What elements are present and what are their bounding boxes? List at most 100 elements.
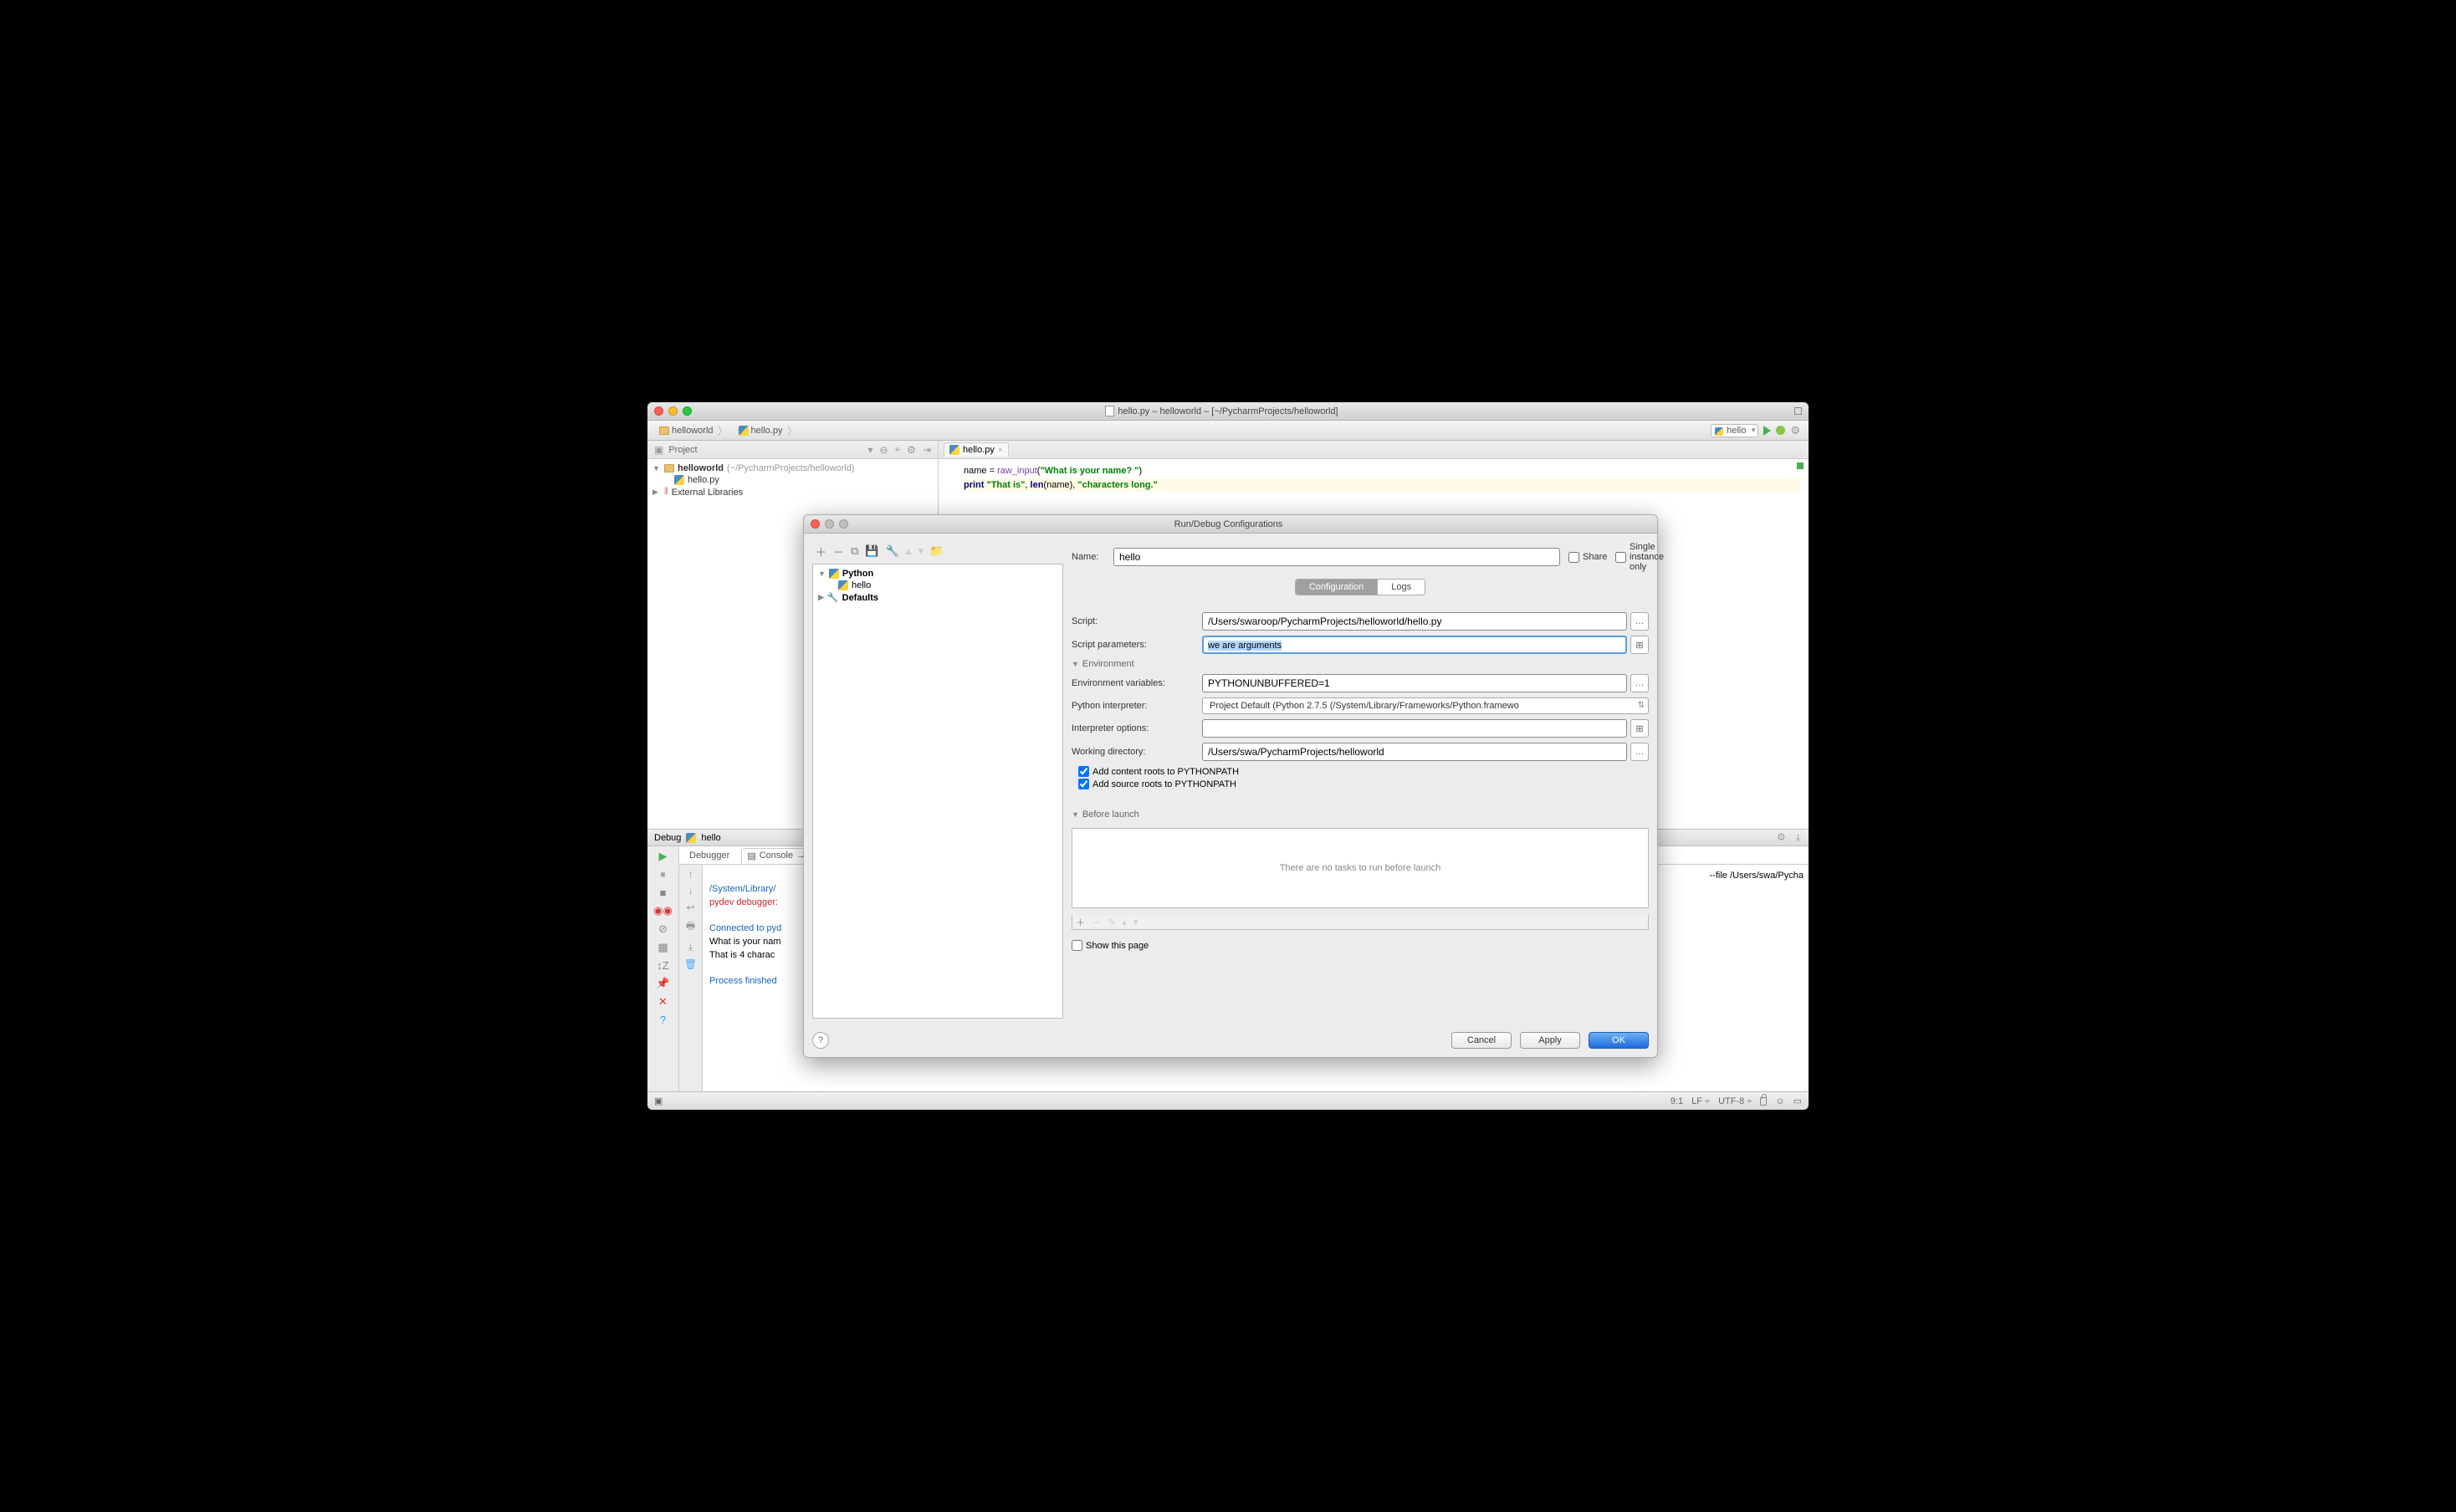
ok-button[interactable]: OK (1589, 1032, 1649, 1049)
layout-icon[interactable]: ▦ (657, 941, 668, 954)
settings-icon[interactable]: ↕Z (657, 959, 668, 972)
debug-icon[interactable] (1776, 426, 1785, 435)
interpreter-select[interactable]: Project Default (Python 2.7.5 (/System/L… (1202, 697, 1649, 714)
gear-icon[interactable]: ⚙ (1790, 424, 1800, 437)
show-page-checkbox[interactable]: Show this page (1072, 940, 1649, 951)
down-icon[interactable]: ↓ (688, 885, 693, 896)
browse-env-button[interactable]: … (1630, 674, 1649, 692)
tree-python-group[interactable]: ▼ Python (816, 568, 1059, 580)
tree-project-root[interactable]: ▼ helloworld (~/PycharmProjects/hellowor… (652, 462, 933, 474)
folder-icon[interactable]: 📁 (930, 544, 944, 558)
breadcrumb-file[interactable]: hello.py 〉 (735, 421, 803, 440)
script-input[interactable] (1202, 612, 1627, 631)
close-icon[interactable] (654, 406, 663, 416)
close-icon[interactable]: ✕ (658, 995, 668, 1009)
up-icon[interactable]: ▴ (906, 544, 912, 558)
working-dir-label: Working directory: (1072, 747, 1195, 757)
share-checkbox[interactable]: Share (1568, 542, 1602, 572)
copy-icon[interactable]: ⧉ (851, 544, 858, 558)
tab-logs[interactable]: Logs (1378, 580, 1425, 595)
clear-icon[interactable]: 🗑 (684, 958, 697, 970)
add-icon[interactable]: ＋ (816, 544, 826, 559)
script-params-input[interactable]: we are arguments (1202, 636, 1627, 654)
remove-icon[interactable]: － (1092, 916, 1101, 929)
tab-configuration[interactable]: Configuration (1296, 580, 1378, 595)
maximize-icon[interactable] (683, 406, 692, 416)
run-configuration-selector[interactable]: hello (1711, 424, 1758, 437)
line-separator[interactable]: LF ÷ (1691, 1096, 1710, 1106)
stop-icon[interactable]: ■ (660, 886, 667, 899)
add-icon[interactable]: ＋ (1076, 916, 1085, 929)
env-vars-input[interactable] (1202, 674, 1627, 692)
remove-icon[interactable]: － (833, 544, 844, 559)
editor-tab-hello[interactable]: hello.py × (944, 442, 1009, 457)
tree-external-libs[interactable]: ▶ ⫴ External Libraries (652, 486, 933, 498)
help-icon[interactable]: ? (660, 1014, 666, 1026)
up-icon[interactable]: ↑ (688, 868, 693, 880)
expand-params-button[interactable]: ⊞ (1630, 636, 1649, 654)
debugger-tab[interactable]: Debugger (684, 849, 734, 862)
down-icon[interactable]: ▾ (1133, 917, 1138, 927)
up-icon[interactable]: ▴ (1122, 917, 1127, 927)
hide-icon[interactable]: ⇥ (921, 444, 933, 456)
hide-icon[interactable]: ⤓ (1794, 831, 1802, 844)
minimize-icon[interactable] (668, 406, 678, 416)
interpreter-options-input[interactable] (1202, 719, 1627, 738)
debug-title: Debug (654, 833, 681, 843)
cursor-position[interactable]: 9:1 (1671, 1096, 1683, 1106)
resume-icon[interactable]: ▶ (659, 850, 668, 863)
file-encoding[interactable]: UTF-8 ÷ (1718, 1096, 1752, 1106)
environment-section[interactable]: ▼Environment (1072, 659, 1649, 669)
run-icon[interactable] (1763, 426, 1771, 436)
down-icon[interactable]: ▾ (918, 544, 924, 558)
document-icon (1105, 406, 1114, 416)
close-tab-icon[interactable]: × (998, 446, 1003, 455)
hector-icon[interactable]: ☺ (1775, 1096, 1784, 1106)
browse-wd-button[interactable]: … (1630, 743, 1649, 761)
dialog-title: Run/Debug Configurations (848, 519, 1609, 529)
wrap-icon[interactable]: ↩ (686, 902, 694, 913)
breakpoints-icon[interactable]: ◉◉ (653, 904, 673, 917)
browse-script-button[interactable]: … (1630, 612, 1649, 631)
before-launch-list[interactable]: There are no tasks to run before launch (1072, 828, 1649, 908)
lock-icon[interactable] (1760, 1097, 1767, 1106)
configuration-tree[interactable]: ▼ Python hello ▶ 🔧 Defaults (812, 564, 1063, 1019)
help-button[interactable]: ? (812, 1032, 829, 1049)
cancel-button[interactable]: Cancel (1451, 1032, 1512, 1049)
save-icon[interactable]: 💾 (865, 544, 878, 558)
print-icon[interactable]: 🖶 (686, 918, 695, 936)
project-view-icon[interactable]: ▣ (652, 444, 665, 456)
python-file-icon (674, 475, 684, 485)
pin-icon[interactable]: 📌 (656, 977, 669, 990)
wrench-icon[interactable]: 🔧 (886, 544, 899, 558)
tree-defaults-group[interactable]: ▶ 🔧 Defaults (816, 591, 1059, 604)
console-tab[interactable]: ▤ Console → (741, 848, 811, 864)
tree-config-hello[interactable]: hello (816, 580, 1059, 591)
pause-icon[interactable]: ⏸ (660, 868, 666, 881)
before-launch-section[interactable]: ▼Before launch (1072, 810, 1649, 820)
breadcrumb-project[interactable]: helloworld 〉 (656, 421, 734, 440)
gear-icon[interactable]: ⚙ (1775, 831, 1788, 844)
working-dir-input[interactable] (1202, 743, 1627, 761)
gear-icon[interactable]: ⚙ (905, 444, 918, 456)
memory-indicator[interactable]: ▭ (1793, 1096, 1802, 1106)
project-tree[interactable]: ▼ helloworld (~/PycharmProjects/hellowor… (647, 459, 938, 502)
single-instance-checkbox[interactable]: Single instance only (1615, 542, 1649, 572)
collapse-icon[interactable]: ⊖ (878, 444, 889, 456)
tree-file[interactable]: hello.py (652, 474, 933, 486)
name-input[interactable] (1113, 548, 1560, 566)
main-window: hello.py – helloworld – [~/PycharmProjec… (647, 402, 1809, 1110)
content-roots-checkbox[interactable]: Add content roots to PYTHONPATH (1078, 766, 1649, 777)
target-icon[interactable]: ⌖ (893, 443, 902, 456)
code-editor[interactable]: name = raw_input("What is your name? ") … (939, 459, 1809, 497)
mute-breakpoints-icon[interactable]: ⊘ (658, 922, 668, 936)
fullscreen-icon[interactable] (1794, 407, 1802, 415)
status-left-icon[interactable]: ▣ (654, 1096, 663, 1106)
apply-button[interactable]: Apply (1520, 1032, 1580, 1049)
source-roots-checkbox[interactable]: Add source roots to PYTHONPATH (1078, 779, 1649, 789)
python-icon (838, 580, 848, 590)
edit-icon[interactable]: ✎ (1108, 917, 1115, 927)
scroll-icon[interactable]: ⤓ (688, 941, 693, 953)
close-icon[interactable] (811, 519, 820, 529)
expand-iopts-button[interactable]: ⊞ (1630, 719, 1649, 738)
